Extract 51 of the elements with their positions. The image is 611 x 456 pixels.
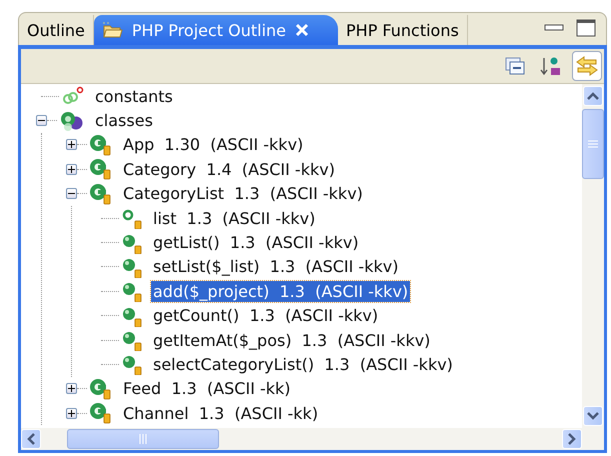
folder-icon: [102, 21, 124, 39]
tree-item[interactable]: add($_project) 1.3 (ASCII -kkv): [151, 280, 410, 302]
tab[interactable]: PHP Project Outline: [94, 15, 338, 45]
tree-item[interactable]: getList() 1.3 (ASCII -kkv): [151, 232, 361, 254]
tab[interactable]: PHP Functions: [338, 15, 468, 45]
tree-item[interactable]: CategoryList 1.3 (ASCII -kkv): [121, 183, 365, 204]
tree-item[interactable]: Category 1.4 (ASCII -kkv): [121, 158, 337, 180]
class-icon: [89, 182, 113, 205]
collapse-toggle[interactable]: [66, 188, 76, 200]
maximize-icon[interactable]: [576, 19, 596, 37]
scroll-up-button[interactable]: [583, 86, 603, 106]
plus-icon: [68, 141, 74, 148]
tree-item[interactable]: setList($_list) 1.3 (ASCII -kkv): [151, 256, 400, 278]
tree-item[interactable]: getCount() 1.3 (ASCII -kkv): [151, 305, 380, 326]
close-icon[interactable]: [294, 22, 310, 38]
tree-item[interactable]: classes: [93, 110, 155, 132]
expand-toggle[interactable]: [66, 139, 76, 150]
tree-item[interactable]: list 1.3 (ASCII -kkv): [151, 208, 318, 229]
plus-icon: [68, 166, 74, 173]
sort-icon: [539, 55, 563, 77]
tree-item[interactable]: Channel 1.3 (ASCII -kk): [121, 402, 320, 424]
expand-toggle[interactable]: [66, 383, 76, 394]
toolbar-button[interactable]: [572, 51, 602, 81]
plus-icon: [68, 385, 74, 392]
scroll-right-button[interactable]: [562, 429, 582, 449]
plus-icon: [68, 410, 74, 417]
tree-item[interactable]: selectCategoryList() 1.3 (ASCII -kkv): [151, 354, 455, 375]
class-icon: [89, 158, 113, 180]
expand-toggle[interactable]: [66, 408, 76, 419]
link-editor-icon: [574, 55, 600, 77]
method-icon: [121, 280, 143, 302]
tree-item[interactable]: constants: [93, 86, 175, 107]
scroll-left-button[interactable]: [21, 429, 41, 449]
tree-item[interactable]: getItemAt($_pos) 1.3 (ASCII -kkv): [151, 330, 432, 351]
tree-item[interactable]: App 1.30 (ASCII -kkv): [121, 134, 306, 156]
method-icon: [121, 329, 143, 352]
collapse-toggle[interactable]: [36, 115, 46, 126]
minimize-icon[interactable]: [544, 23, 564, 33]
field-icon: [121, 207, 143, 230]
tree-item[interactable]: Feed 1.3 (ASCII -kk): [121, 378, 293, 400]
collapse-all-icon: [504, 56, 526, 76]
scroll-down-button[interactable]: [583, 406, 603, 426]
class-icon: [89, 378, 113, 400]
expand-toggle[interactable]: [66, 164, 76, 175]
class-icon: [89, 134, 113, 156]
constants-icon: [61, 86, 85, 106]
class-icon: [89, 402, 113, 424]
method-icon: [121, 353, 143, 376]
vertical-scroll-thumb[interactable]: [582, 109, 604, 179]
horizontal-scroll-thumb[interactable]: [67, 429, 219, 449]
classes-icon: [59, 110, 85, 132]
